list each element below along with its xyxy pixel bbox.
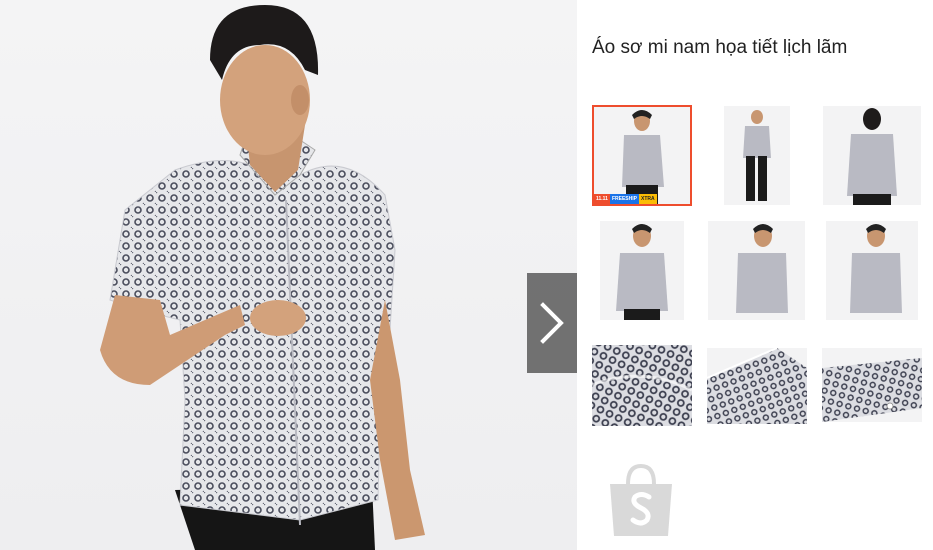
main-product-image — [0, 0, 577, 550]
next-image-button[interactable] — [527, 273, 577, 373]
thumbnail-2[interactable] — [724, 106, 790, 205]
thumbnail-1[interactable]: 11.11 FREESHIP XTRA — [592, 105, 692, 206]
thumbnail-6[interactable] — [826, 221, 918, 320]
product-title: Áo sơ mi nam họa tiết lịch lãm — [592, 37, 848, 58]
promo-date: 11.11 — [596, 196, 608, 202]
thumbnail-8[interactable] — [707, 348, 807, 424]
thumbnail-4[interactable] — [600, 221, 684, 320]
model-photo — [100, 5, 425, 550]
promo-xtra: XTRA — [638, 194, 657, 204]
shopee-bag-icon — [606, 462, 676, 545]
thumbnail-7[interactable] — [592, 345, 692, 426]
promo-badge: 11.11 FREESHIP XTRA — [594, 194, 657, 204]
thumbnail-5[interactable] — [708, 221, 805, 320]
promo-freeship: FREESHIP — [609, 194, 639, 204]
thumbnail-9[interactable] — [822, 348, 922, 422]
thumbnail-3[interactable] — [823, 106, 921, 205]
chevron-right-icon — [540, 302, 564, 344]
